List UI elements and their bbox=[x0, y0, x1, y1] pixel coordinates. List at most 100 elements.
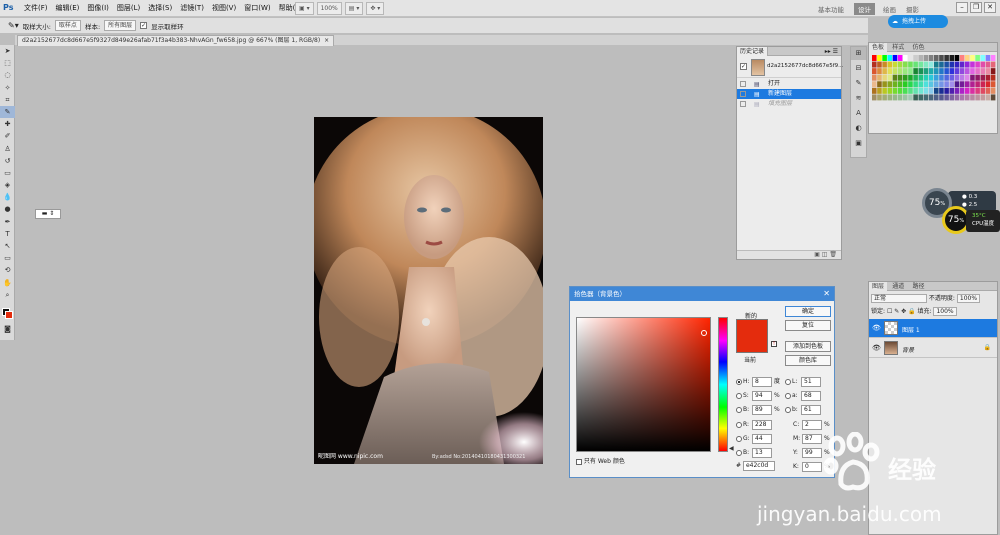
color-swatch[interactable] bbox=[985, 55, 991, 61]
zoom-level-select[interactable]: 100% bbox=[316, 2, 342, 15]
color-swatch[interactable] bbox=[970, 61, 975, 68]
color-swatch[interactable] bbox=[923, 55, 929, 61]
color-swatch[interactable] bbox=[908, 81, 913, 88]
color-swatch[interactable] bbox=[934, 94, 939, 101]
tab-layers[interactable]: 图层 bbox=[869, 282, 888, 291]
color-swatch[interactable] bbox=[903, 68, 908, 75]
new-document-from-state-icon[interactable]: ▣ bbox=[814, 251, 820, 258]
color-swatch[interactable] bbox=[892, 81, 898, 88]
color-swatch[interactable] bbox=[949, 87, 955, 94]
sample-size-select[interactable]: 取样点 bbox=[54, 20, 81, 31]
color-swatch[interactable] bbox=[892, 94, 898, 101]
eyedropper-tool-icon[interactable]: ✎ bbox=[0, 105, 15, 119]
color-swatch[interactable] bbox=[887, 68, 893, 75]
eye-icon[interactable]: 👁 bbox=[872, 344, 881, 352]
color-swatch[interactable] bbox=[954, 55, 960, 61]
color-swatch[interactable] bbox=[908, 55, 913, 61]
ok-button[interactable]: 确定 bbox=[785, 306, 831, 317]
blend-mode-select[interactable]: 正常 bbox=[871, 294, 927, 303]
history-item-open[interactable]: ▤ 打开 bbox=[737, 79, 841, 89]
color-swatch[interactable] bbox=[903, 81, 908, 88]
color-swatch[interactable] bbox=[980, 74, 986, 81]
color-swatch[interactable] bbox=[975, 68, 980, 75]
color-swatch[interactable] bbox=[959, 74, 965, 81]
history-item-new-layer[interactable]: ▤ 新建图层 bbox=[737, 89, 841, 99]
color-swatch[interactable] bbox=[918, 68, 924, 75]
tool-presets-icon[interactable]: ⊟ bbox=[851, 62, 866, 75]
restore-icon[interactable]: ❐ bbox=[970, 2, 982, 13]
color-swatch[interactable] bbox=[965, 81, 970, 88]
quick-select-tool-icon[interactable]: ✧ bbox=[0, 82, 15, 94]
menu-window[interactable]: 窗口(W) bbox=[240, 0, 274, 17]
radio-s[interactable] bbox=[736, 392, 742, 399]
color-swatch[interactable] bbox=[959, 87, 965, 94]
color-swatch[interactable] bbox=[949, 55, 955, 61]
color-swatch[interactable] bbox=[923, 87, 929, 94]
color-swatch[interactable] bbox=[928, 94, 934, 101]
history-brush-tool-icon[interactable]: ↺ bbox=[0, 155, 15, 167]
floating-mini-control[interactable]: ▬ ⇕ bbox=[35, 209, 61, 219]
input-blue[interactable]: 13 bbox=[752, 447, 772, 458]
color-swatch[interactable] bbox=[959, 55, 965, 61]
color-swatch[interactable] bbox=[928, 68, 934, 75]
color-swatch[interactable] bbox=[975, 81, 980, 88]
hand-tool-icon[interactable]: ✋ bbox=[0, 277, 15, 289]
color-swatch[interactable] bbox=[913, 81, 918, 88]
color-swatch[interactable] bbox=[887, 94, 893, 101]
menu-edit[interactable]: 编辑(E) bbox=[52, 0, 84, 17]
color-swatch[interactable] bbox=[954, 94, 960, 101]
color-swatch[interactable] bbox=[934, 61, 939, 68]
layer-row-layer1[interactable]: 👁 图层 1 bbox=[869, 319, 997, 338]
color-swatch[interactable] bbox=[913, 94, 918, 101]
radio-a[interactable] bbox=[785, 392, 791, 399]
color-swatch[interactable] bbox=[903, 55, 908, 61]
dodge-tool-icon[interactable]: ● bbox=[0, 203, 15, 215]
type-tool-icon[interactable]: T bbox=[0, 228, 15, 240]
pen-tool-icon[interactable]: ✒ bbox=[0, 216, 15, 228]
radio-g[interactable] bbox=[736, 435, 742, 442]
color-swatch[interactable] bbox=[872, 74, 877, 81]
input-r[interactable]: 228 bbox=[752, 419, 772, 430]
color-swatch[interactable] bbox=[970, 68, 975, 75]
zoom-tool-icon[interactable]: ⌕ bbox=[0, 289, 15, 301]
color-swatch[interactable] bbox=[903, 74, 908, 81]
history-item-checkbox[interactable] bbox=[740, 101, 746, 107]
input-m[interactable]: 87 bbox=[802, 433, 822, 444]
history-item-checkbox[interactable] bbox=[740, 81, 746, 87]
color-swatch[interactable] bbox=[939, 68, 944, 75]
add-to-swatches-button[interactable]: 添加到色板 bbox=[785, 341, 831, 352]
color-swatch[interactable] bbox=[887, 61, 893, 68]
color-swatch[interactable] bbox=[877, 61, 882, 68]
color-swatch[interactable] bbox=[877, 55, 882, 61]
color-swatch[interactable] bbox=[897, 94, 903, 101]
character-icon[interactable]: A bbox=[851, 107, 866, 120]
crop-tool-icon[interactable]: ⌗ bbox=[0, 94, 15, 106]
color-swatch[interactable] bbox=[970, 74, 975, 81]
color-swatch[interactable] bbox=[990, 87, 996, 94]
clone-stamp-tool-icon[interactable]: ♙ bbox=[0, 143, 15, 155]
canvas-image[interactable]: 昵图网 www.nipic.com By:adsd No:20140410180… bbox=[314, 117, 543, 464]
color-swatch[interactable] bbox=[944, 55, 949, 61]
color-swatch[interactable] bbox=[918, 81, 924, 88]
color-swatch[interactable] bbox=[980, 68, 986, 75]
color-swatch[interactable] bbox=[970, 55, 975, 61]
color-swatch[interactable] bbox=[872, 94, 877, 101]
input-l[interactable]: 51 bbox=[801, 376, 821, 387]
color-swatch[interactable] bbox=[959, 61, 965, 68]
radio-b[interactable] bbox=[736, 406, 742, 413]
color-swatch[interactable] bbox=[892, 87, 898, 94]
layer-row-background[interactable]: 👁 背景 🔒 bbox=[869, 339, 997, 358]
color-swatch[interactable] bbox=[882, 61, 887, 68]
color-swatch[interactable] bbox=[954, 87, 960, 94]
color-swatch[interactable] bbox=[928, 61, 934, 68]
color-swatch[interactable] bbox=[908, 61, 913, 68]
color-libraries-button[interactable]: 颜色库 bbox=[785, 355, 831, 366]
color-swatch[interactable] bbox=[954, 74, 960, 81]
lock-icons[interactable]: ☐ ✎ ✥ 🔒 bbox=[887, 308, 916, 315]
history-snapshot[interactable]: ✓ d2a2152677dc8d667e5f9... bbox=[737, 57, 843, 78]
color-swatch[interactable] bbox=[985, 68, 991, 75]
color-swatch[interactable] bbox=[939, 74, 944, 81]
swatch-grid[interactable] bbox=[872, 55, 996, 101]
show-sampling-ring-checkbox[interactable]: ✓ bbox=[140, 22, 148, 29]
color-swatch[interactable] bbox=[934, 81, 939, 88]
